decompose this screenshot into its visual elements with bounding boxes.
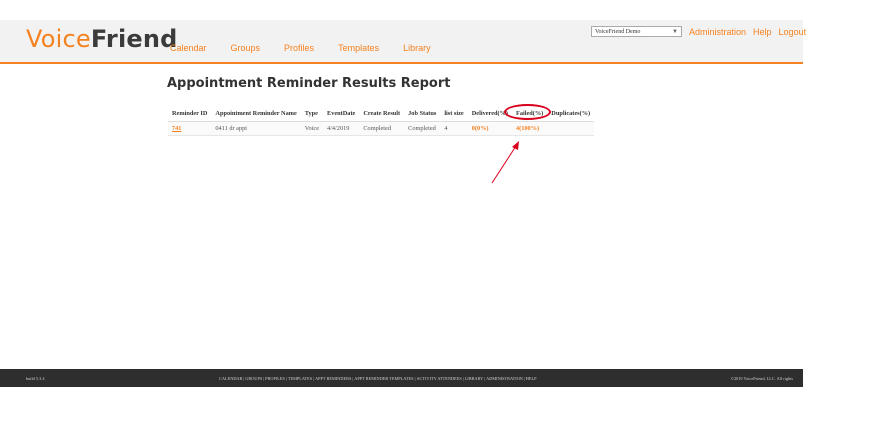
footer-link-calendar[interactable]: CALENDAR <box>219 376 242 381</box>
footer-link-templates[interactable]: TEMPLATES <box>288 376 312 381</box>
annotation-arrow-head <box>512 141 519 150</box>
footer-bar: build 5.3.4 CALENDAR|GROUPS|PROFILES|TEM… <box>0 369 803 387</box>
annotation-arrow-line <box>491 145 517 184</box>
app-root: VoiceFriend Calendar Groups Profiles Tem… <box>0 0 873 435</box>
footer-link-appt-reminder-templates[interactable]: APPT REMINDER TEMPLATES <box>354 376 413 381</box>
build-version: build 5.3.4 <box>26 376 45 381</box>
footer-link-administration[interactable]: ADMINISTRATION <box>486 376 523 381</box>
footer-link-activity-attendees[interactable]: ACTIVITY ATTENDEES <box>416 376 461 381</box>
footer-link-profiles[interactable]: PROFILES <box>265 376 285 381</box>
footer-link-library[interactable]: LIBRARY <box>465 376 484 381</box>
footer-link-groups[interactable]: GROUPS <box>245 376 262 381</box>
footer-link-help[interactable]: HELP <box>526 376 537 381</box>
footer-links: CALENDAR|GROUPS|PROFILES|TEMPLATES|APPT … <box>219 376 537 381</box>
footer-copyright: ©2019 VoiceFriend, LLC. All rights <box>730 376 793 381</box>
footer-link-appt-reminders[interactable]: APPT REMINDERS <box>315 376 351 381</box>
